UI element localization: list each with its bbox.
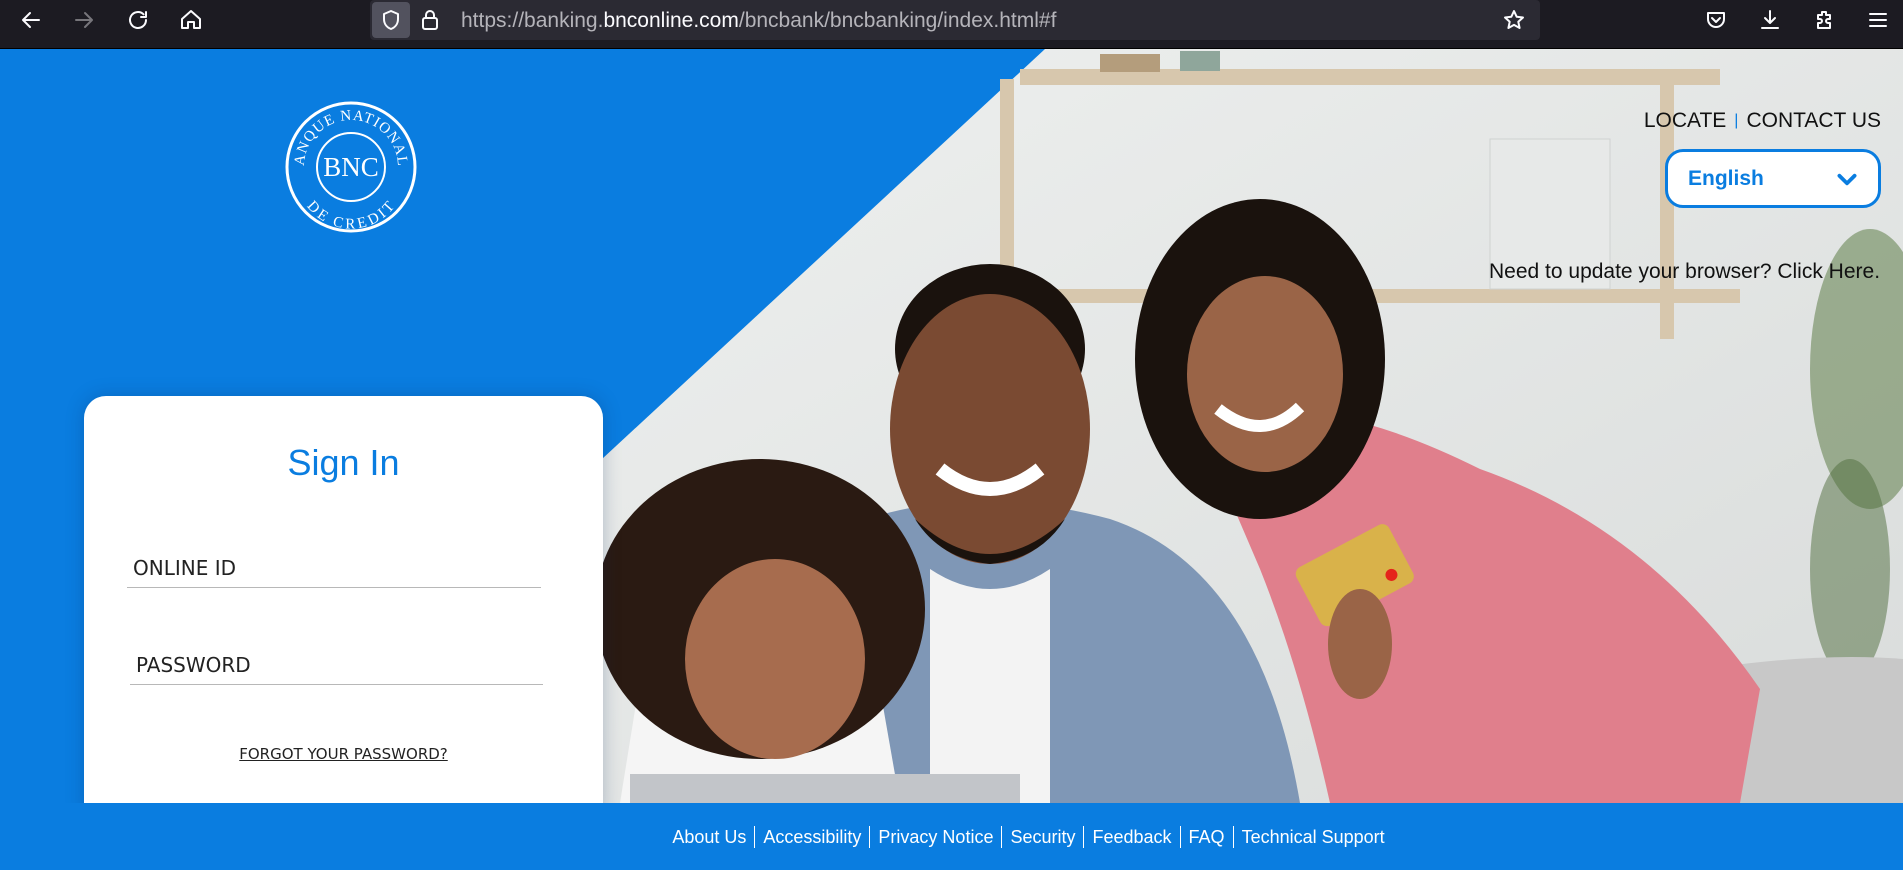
password-field[interactable]: PASSWORD [130, 651, 543, 685]
contact-us-link[interactable]: CONTACT US [1746, 109, 1881, 133]
security-link[interactable]: Security [1002, 825, 1085, 848]
browser-toolbar: https://banking.bnconline.com/bncbank/bn… [0, 0, 1903, 49]
page-content: BANQUE NATIONALE DE CREDIT BNC LOCATE | … [0, 49, 1903, 803]
online-id-input[interactable] [127, 554, 541, 587]
top-nav: LOCATE | CONTACT US [1644, 109, 1881, 133]
nav-separator: | [1734, 112, 1739, 129]
url-text[interactable]: https://banking.bnconline.com/bncbank/bn… [461, 9, 1056, 33]
about-us-link[interactable]: About Us [664, 825, 756, 848]
feedback-link[interactable]: Feedback [1084, 825, 1181, 848]
menu-button[interactable] [1856, 0, 1900, 40]
technical-support-link[interactable]: Technical Support [1234, 826, 1393, 848]
back-button[interactable] [9, 0, 53, 40]
back-icon [22, 12, 40, 28]
forgot-password-link[interactable]: FORGOT YOUR PASSWORD? [84, 745, 603, 763]
reload-icon [129, 11, 147, 29]
update-browser-link[interactable]: Need to update your browser? Click Here. [1489, 260, 1880, 284]
logo-center-text: BNC [323, 152, 379, 182]
pocket-icon [1707, 12, 1725, 28]
home-button[interactable] [169, 0, 213, 40]
bookmark-button[interactable] [1492, 0, 1536, 40]
chevron-down-icon [1837, 173, 1857, 185]
online-id-field[interactable]: ONLINE ID [127, 554, 541, 588]
tracking-protection-button[interactable] [372, 2, 410, 38]
reload-button[interactable] [116, 0, 160, 40]
menu-icon [1869, 13, 1887, 27]
footer-links: About Us Accessibility Privacy Notice Se… [0, 803, 1903, 870]
pocket-button[interactable] [1694, 0, 1738, 40]
downloads-button[interactable] [1748, 0, 1792, 40]
forward-icon [75, 12, 93, 28]
home-icon [181, 10, 201, 29]
accessibility-link[interactable]: Accessibility [755, 825, 871, 848]
lock-icon [422, 10, 438, 30]
signin-card: Sign In ONLINE ID PASSWORD FORGOT YOUR P… [84, 396, 603, 803]
address-bar[interactable]: https://banking.bnconline.com/bncbank/bn… [370, 0, 1540, 40]
forward-button[interactable] [62, 0, 106, 40]
extensions-button[interactable] [1802, 0, 1846, 40]
faq-link[interactable]: FAQ [1181, 825, 1234, 848]
download-icon [1761, 10, 1779, 29]
logo-bottom-text: DE CREDIT [304, 198, 398, 233]
shield-icon [383, 10, 399, 30]
extensions-icon [1817, 11, 1831, 29]
signin-title: Sign In [287, 442, 400, 483]
locate-link[interactable]: LOCATE [1644, 109, 1726, 133]
password-input[interactable] [130, 651, 543, 684]
privacy-notice-link[interactable]: Privacy Notice [870, 825, 1003, 848]
language-select[interactable]: English [1665, 149, 1881, 208]
star-icon [1504, 10, 1524, 29]
svg-text:DE CREDIT: DE CREDIT [304, 198, 399, 233]
language-value: English [1688, 166, 1764, 190]
bnc-logo[interactable]: BANQUE NATIONALE DE CREDIT BNC [278, 88, 418, 234]
